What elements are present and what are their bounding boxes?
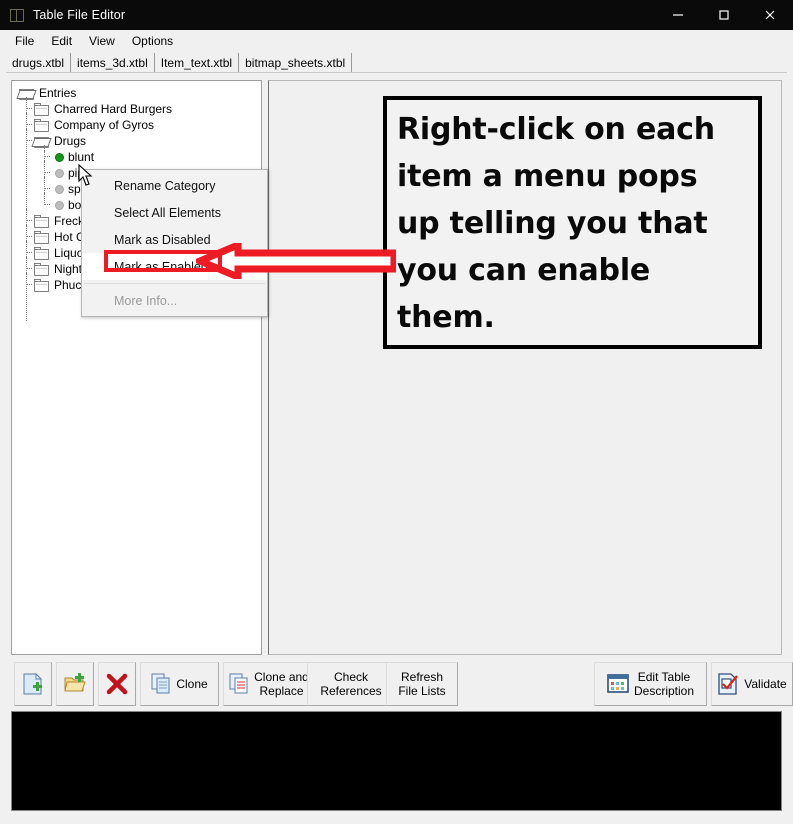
console-output[interactable] [11,711,782,811]
check-references-button[interactable]: Check References [307,662,395,706]
context-menu-item-select-all-elements[interactable]: Select All Elements [82,199,267,226]
tree-item-label: Freck [54,214,84,228]
folder-closed-icon [34,118,50,132]
tree-item-label: Charred Hard Burgers [54,102,173,116]
validate-button[interactable]: Validate [711,662,793,706]
table-file-editor-window: Table File Editor File Edit View Options… [0,0,793,824]
tree-item-entries[interactable]: Entries [12,85,261,101]
tree-item-label: Drugs [54,134,87,148]
status-dot-disabled-icon [55,168,64,178]
annotation-line-3: up telling you that [397,206,708,241]
clone-replace-icon [229,673,248,694]
new-entry-button[interactable] [14,662,52,706]
close-icon[interactable] [747,0,793,30]
title-bar: Table File Editor [0,0,793,30]
check-references-button-label: Check References [320,670,382,698]
window-title: Table File Editor [33,8,126,22]
validate-check-icon [718,673,739,695]
annotation-line-1: Right-click on each [397,112,715,147]
refresh-file-lists-button[interactable]: Refresh File Lists [386,662,458,706]
annotation-line-4: you can enable [397,253,651,288]
clone-and-replace-button-label: Clone and Replace [254,670,309,698]
edit-table-description-button[interactable]: Edit Table Description [594,662,707,706]
clone-icon [151,673,170,694]
tree-item-label: Company of Gyros [54,118,155,132]
tab-strip: drugs.xtbl items_3d.xtbl Item_text.xtbl … [0,51,793,73]
new-file-icon [23,672,43,695]
tab-bitmap-sheets-xtbl[interactable]: bitmap_sheets.xtbl [239,53,353,72]
table-icon [10,8,24,22]
tab-items-3d-xtbl[interactable]: items_3d.xtbl [71,53,155,72]
open-folder-icon [64,673,86,692]
delete-x-icon [106,673,128,695]
tree-item-label: Phuc [54,278,82,292]
menu-bar: File Edit View Options [0,30,793,51]
tab-item-text-xtbl[interactable]: Item_text.xtbl [154,53,240,72]
annotation-arrow-icon [190,239,398,283]
folder-closed-icon [34,262,50,276]
mouse-cursor-icon [78,163,94,188]
maximize-icon[interactable] [701,0,747,30]
window-controls [655,0,793,30]
annotation-callout-box: Right-click on each item a menu pops up … [383,96,762,349]
folder-closed-icon [34,102,50,116]
tree-item-label: Entries [39,86,77,100]
context-menu-item-more-info: More Info... [114,293,178,308]
entries-tree-panel[interactable]: Entries Charred Hard Burgers Company of … [11,80,262,655]
clone-button[interactable]: Clone [140,662,219,706]
tree-item-label: Night [54,262,83,276]
annotation-highlight-box [104,250,222,272]
validate-button-label: Validate [744,677,787,691]
refresh-file-lists-button-label: Refresh File Lists [398,670,446,698]
open-file-button[interactable] [56,662,94,706]
status-dot-disabled-icon [55,200,64,210]
folder-closed-icon [34,278,50,292]
tree-item-label: blunt [68,150,95,164]
clone-button-label: Clone [176,677,208,691]
edit-table-description-button-label: Edit Table Description [633,670,695,698]
folder-closed-icon [34,246,50,260]
minimize-icon[interactable] [655,0,701,30]
context-menu-separator [84,283,265,284]
tab-list: drugs.xtbl items_3d.xtbl Item_text.xtbl … [6,51,353,72]
tree-item-charred-hard-burgers[interactable]: Charred Hard Burgers [12,97,261,117]
menu-view[interactable]: View [81,32,124,50]
table-grid-icon [607,674,629,693]
menu-file[interactable]: File [7,32,43,50]
tree-item-company-of-gyros[interactable]: Company of Gyros [12,113,261,133]
menu-options[interactable]: Options [124,32,182,50]
status-dot-disabled-icon [55,184,64,194]
panel-splitter[interactable] [263,80,267,655]
annotation-line-2: item a menu pops [397,159,698,194]
context-menu-item-rename-category[interactable]: Rename Category [82,172,267,199]
status-dot-enabled-icon [55,152,64,162]
annotation-line-5: them. [397,300,495,335]
bottom-toolbar: Clone Clone and Replace Check References R… [11,662,793,708]
clone-and-replace-button[interactable]: Clone and Replace [223,662,315,706]
folder-closed-icon [34,214,50,228]
status-bar [0,812,793,824]
menu-edit[interactable]: Edit [43,32,81,50]
folder-closed-icon [34,230,50,244]
delete-entry-button[interactable] [98,662,136,706]
tab-drugs-xtbl[interactable]: drugs.xtbl [6,53,72,72]
